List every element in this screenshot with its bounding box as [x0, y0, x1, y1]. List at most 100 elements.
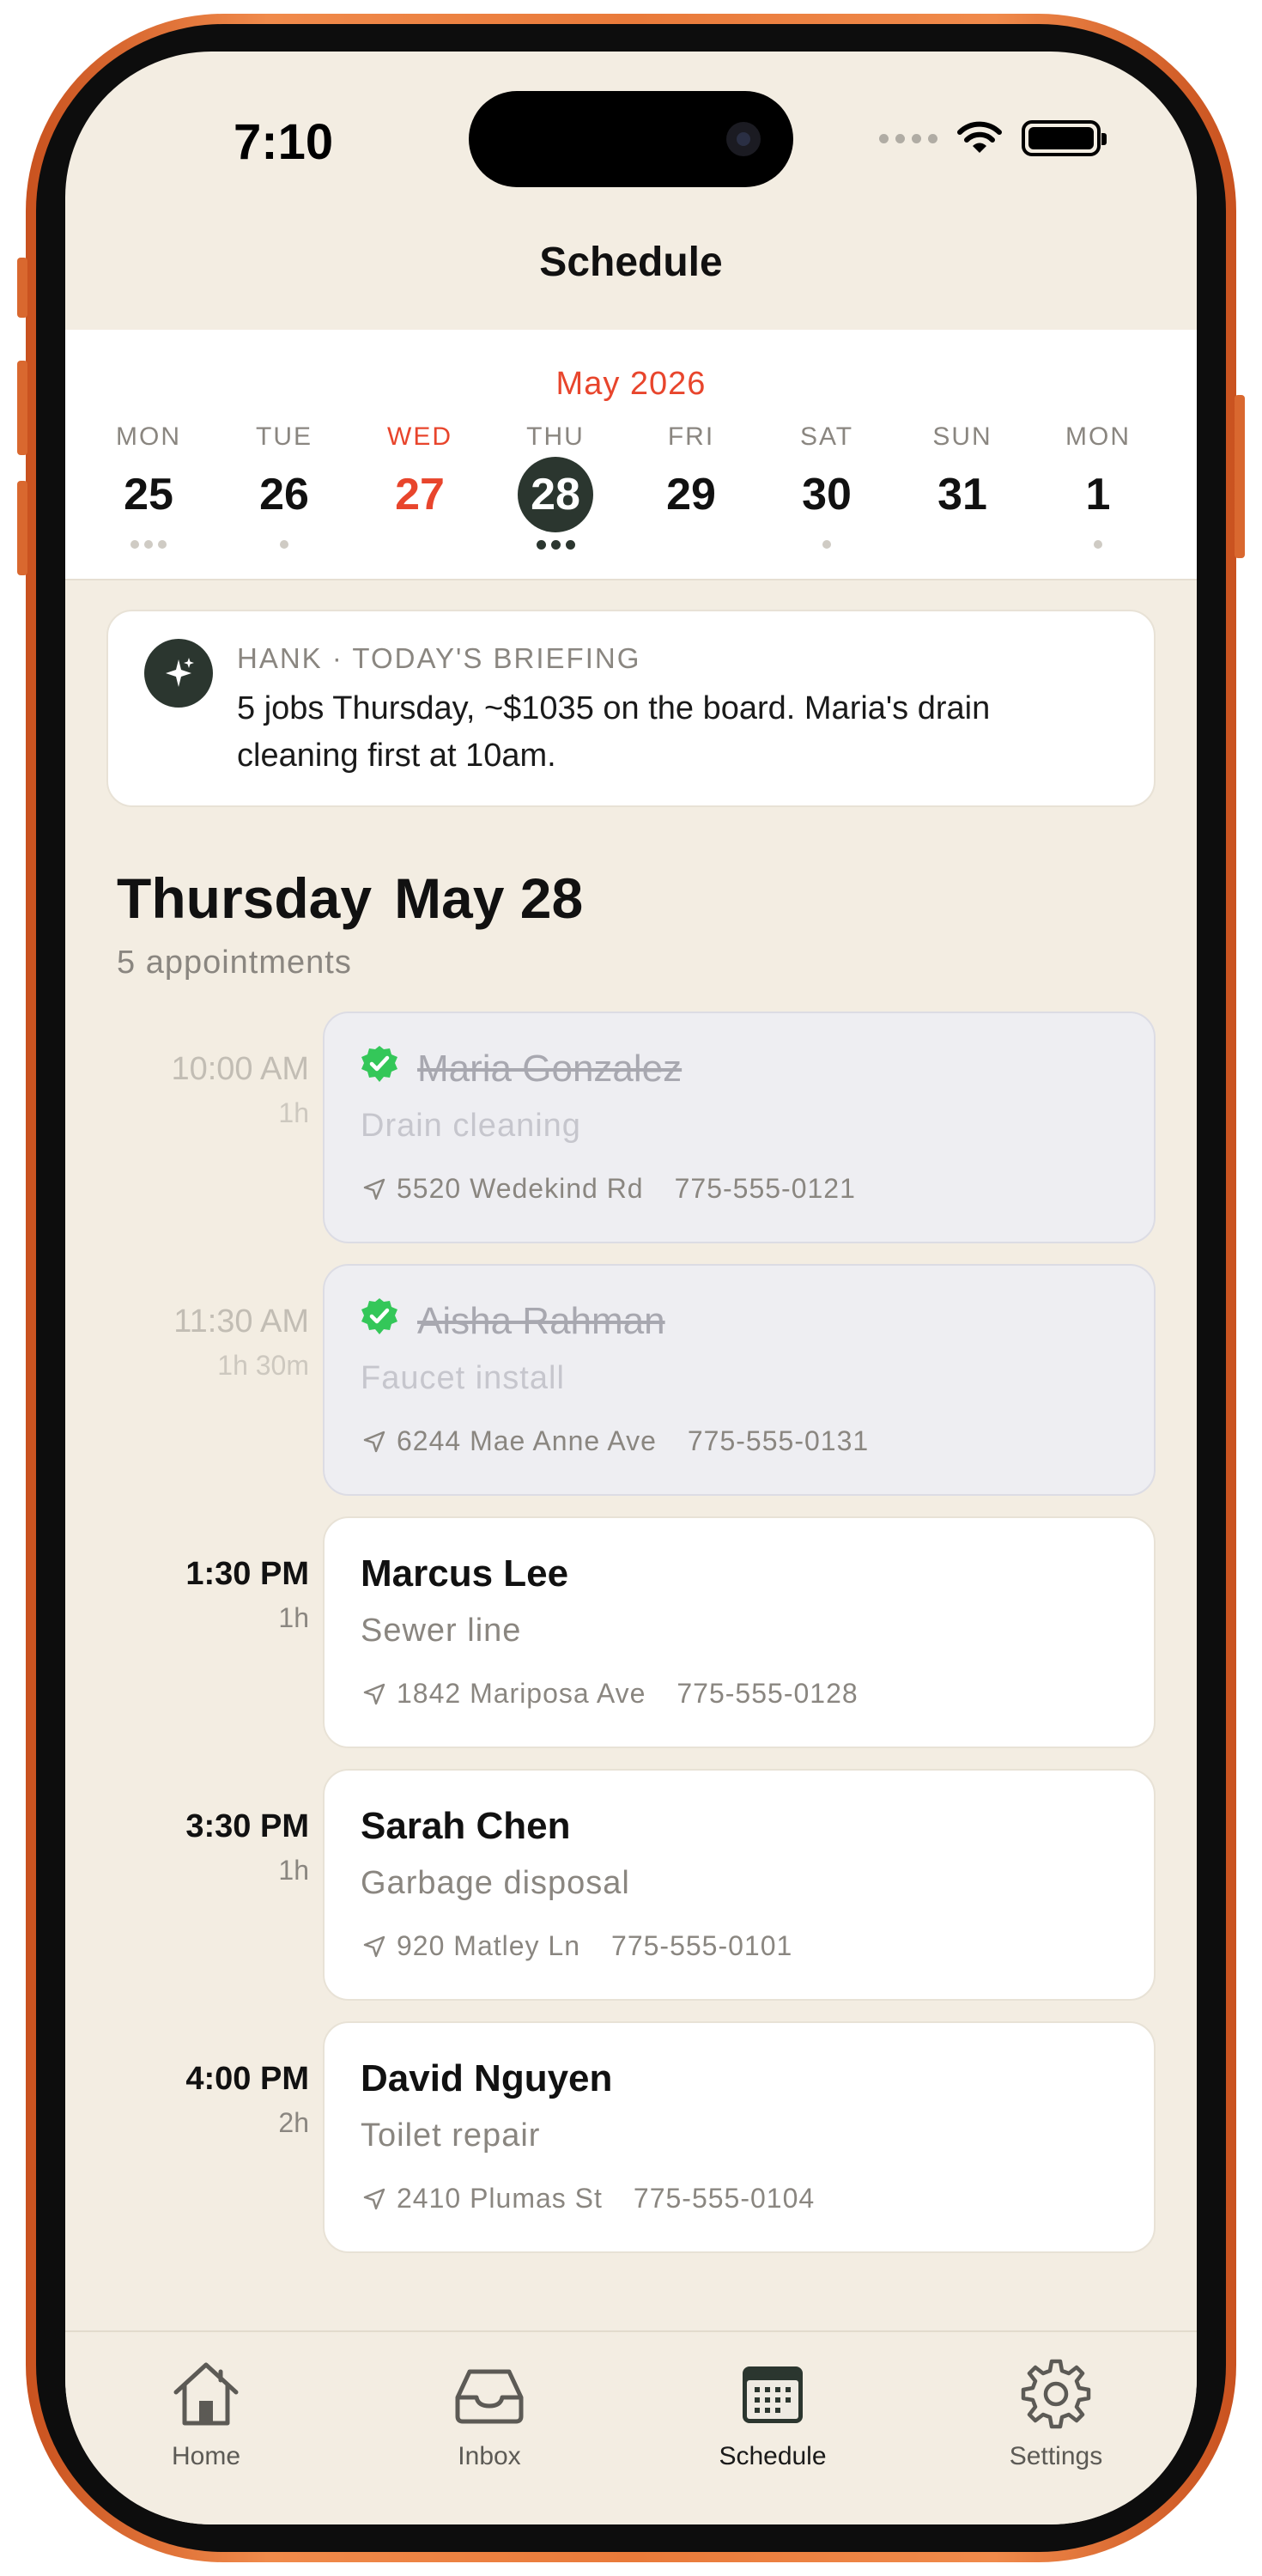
day-fri-29[interactable]: FRI 29	[627, 422, 755, 553]
screen: 7:10 Schedule May 2026 MON 25 TUE 26 WED…	[65, 52, 1197, 2524]
appointment-meta: 5520 Wedekind Rd 775-555-0121	[361, 1173, 856, 1205]
day-heading-weekday: Thursday	[117, 866, 373, 930]
briefing-card[interactable]: HANK · TODAY'S BRIEFING 5 jobs Thursday,…	[106, 610, 1156, 807]
day-list: MON 25 TUE 26 WED 27 THU 28 FRI 29 SAT 3…	[84, 422, 1162, 553]
appointment-meta: 1842 Mariposa Ave 775-555-0128	[361, 1678, 859, 1710]
address[interactable]: 6244 Mae Anne Ave	[397, 1425, 657, 1457]
page-title: Schedule	[539, 240, 723, 285]
location-arrow-icon	[363, 1178, 385, 1200]
day-number: 26	[259, 470, 309, 519]
silent-switch	[17, 258, 27, 318]
phone-number[interactable]: 775-555-0128	[677, 1678, 858, 1710]
address[interactable]: 2410 Plumas St	[397, 2183, 603, 2215]
battery-icon	[1022, 120, 1107, 156]
appointment-meta: 920 Matley Ln 775-555-0101	[361, 1930, 792, 1962]
day-number: 29	[666, 470, 716, 519]
day-thu-28-selected[interactable]: THU 28	[491, 422, 620, 553]
appointment-duration: 1h	[278, 1097, 309, 1128]
day-sun-31[interactable]: SUN 31	[898, 422, 1027, 553]
day-name: THU	[526, 422, 585, 451]
appointment-card[interactable]: Aisha Rahman Faucet install 6244 Mae Ann…	[323, 1264, 1156, 1496]
service-type: Drain cleaning	[361, 1108, 581, 1144]
day-heading-date: May 28	[394, 866, 584, 930]
tab-home[interactable]: Home	[120, 2354, 292, 2471]
day-mon-1[interactable]: MON 1	[1034, 422, 1162, 553]
appointment-card[interactable]: Sarah Chen Garbage disposal 920 Matley L…	[323, 1769, 1156, 2001]
day-wed-27-today[interactable]: WED 27	[355, 422, 484, 553]
gear-icon	[1021, 2359, 1091, 2429]
appointment-dots	[491, 536, 620, 553]
day-name: MON	[1065, 422, 1131, 451]
address[interactable]: 920 Matley Ln	[397, 1930, 580, 1962]
volume-up-button	[17, 361, 27, 455]
appointment-dots	[1034, 536, 1162, 553]
status-indicators	[879, 120, 1107, 156]
day-tue-26[interactable]: TUE 26	[220, 422, 349, 553]
phone-number[interactable]: 775-555-0131	[688, 1425, 869, 1457]
appointment-row: 3:30 PM 1h Sarah Chen Garbage disposal 9…	[65, 1769, 1197, 2001]
appointment-row: 1:30 PM 1h Marcus Lee Sewer line 1842 Ma…	[65, 1516, 1197, 1748]
briefing-tag: HANK · TODAY'S BRIEFING	[237, 642, 641, 674]
tab-label: Inbox	[458, 2442, 521, 2470]
week-strip: May 2026 MON 25 TUE 26 WED 27 THU 28 FRI…	[65, 330, 1197, 580]
day-name: SAT	[799, 422, 854, 451]
tab-schedule[interactable]: Schedule	[687, 2354, 859, 2471]
cellular-signal-icon	[879, 133, 937, 143]
day-number: 30	[802, 470, 852, 519]
appointment-card[interactable]: Marcus Lee Sewer line 1842 Mariposa Ave …	[323, 1516, 1156, 1748]
customer-name: Marcus Lee	[361, 1552, 569, 1595]
service-type: Sewer line	[361, 1613, 522, 1649]
appointment-card[interactable]: Maria Gonzalez Drain cleaning 5520 Wedek…	[323, 1012, 1156, 1243]
location-arrow-icon	[363, 2188, 385, 2209]
appointment-card[interactable]: David Nguyen Toilet repair 2410 Plumas S…	[323, 2021, 1156, 2253]
inbox-tray-icon	[455, 2369, 524, 2424]
appointment-row: 10:00 AM 1h Maria Gonzalez Drain cleanin…	[65, 1012, 1197, 1243]
appointment-duration: 2h	[278, 2107, 309, 2138]
house-icon	[173, 2362, 239, 2426]
phone-number[interactable]: 775-555-0104	[634, 2183, 815, 2215]
tab-label: Schedule	[719, 2442, 827, 2470]
service-type: Garbage disposal	[361, 1865, 630, 1901]
day-name: TUE	[256, 422, 312, 451]
day-number: 31	[937, 470, 987, 519]
day-name: WED	[387, 422, 452, 451]
day-heading: Thursday May 28	[117, 866, 583, 931]
day-sat-30[interactable]: SAT 30	[762, 422, 891, 553]
briefing-text: 5 jobs Thursday, ~$1035 on the board. Ma…	[237, 690, 991, 774]
appointment-count: 5 appointments	[117, 945, 352, 981]
tab-settings[interactable]: Settings	[970, 2354, 1142, 2471]
appointment-duration: 1h	[278, 1602, 309, 1633]
day-number: 25	[124, 470, 173, 519]
appointment-meta: 6244 Mae Anne Ave 775-555-0131	[361, 1425, 869, 1457]
volume-down-button	[17, 481, 27, 575]
address[interactable]: 1842 Mariposa Ave	[397, 1678, 646, 1710]
appointment-dots	[84, 536, 213, 553]
wifi-icon	[957, 121, 1002, 153]
location-arrow-icon	[363, 1683, 385, 1704]
phone-number[interactable]: 775-555-0121	[675, 1173, 856, 1205]
sparkle-icon	[144, 639, 213, 708]
customer-name: Sarah Chen	[361, 1805, 571, 1847]
tab-label: Settings	[1009, 2442, 1103, 2470]
status-time: 7:10	[234, 114, 334, 170]
completed-check-icon	[361, 1046, 397, 1082]
appointment-row: 4:00 PM 2h David Nguyen Toilet repair 24…	[65, 2021, 1197, 2253]
appointment-duration: 1h	[278, 1855, 309, 1886]
appointment-meta: 2410 Plumas St 775-555-0104	[361, 2183, 815, 2215]
appointment-row: 11:30 AM 1h 30m Aisha Rahman Faucet inst…	[65, 1264, 1197, 1496]
location-arrow-icon	[363, 1935, 385, 1957]
appointment-duration: 1h 30m	[217, 1350, 309, 1381]
tab-inbox[interactable]: Inbox	[403, 2354, 575, 2471]
appointment-time: 10:00 AM	[171, 1051, 309, 1087]
day-name: MON	[116, 422, 181, 451]
power-button	[1235, 395, 1245, 558]
day-mon-25[interactable]: MON 25	[84, 422, 213, 553]
day-name: SUN	[932, 422, 992, 451]
customer-name: Maria Gonzalez	[417, 1048, 683, 1090]
appointment-time: 1:30 PM	[185, 1556, 309, 1592]
location-arrow-icon	[363, 1431, 385, 1452]
address[interactable]: 5520 Wedekind Rd	[397, 1173, 644, 1205]
phone-number[interactable]: 775-555-0101	[611, 1930, 792, 1962]
tab-bar: Home Inbox Schedule Settings	[65, 2330, 1197, 2524]
tab-label: Home	[171, 2442, 241, 2470]
